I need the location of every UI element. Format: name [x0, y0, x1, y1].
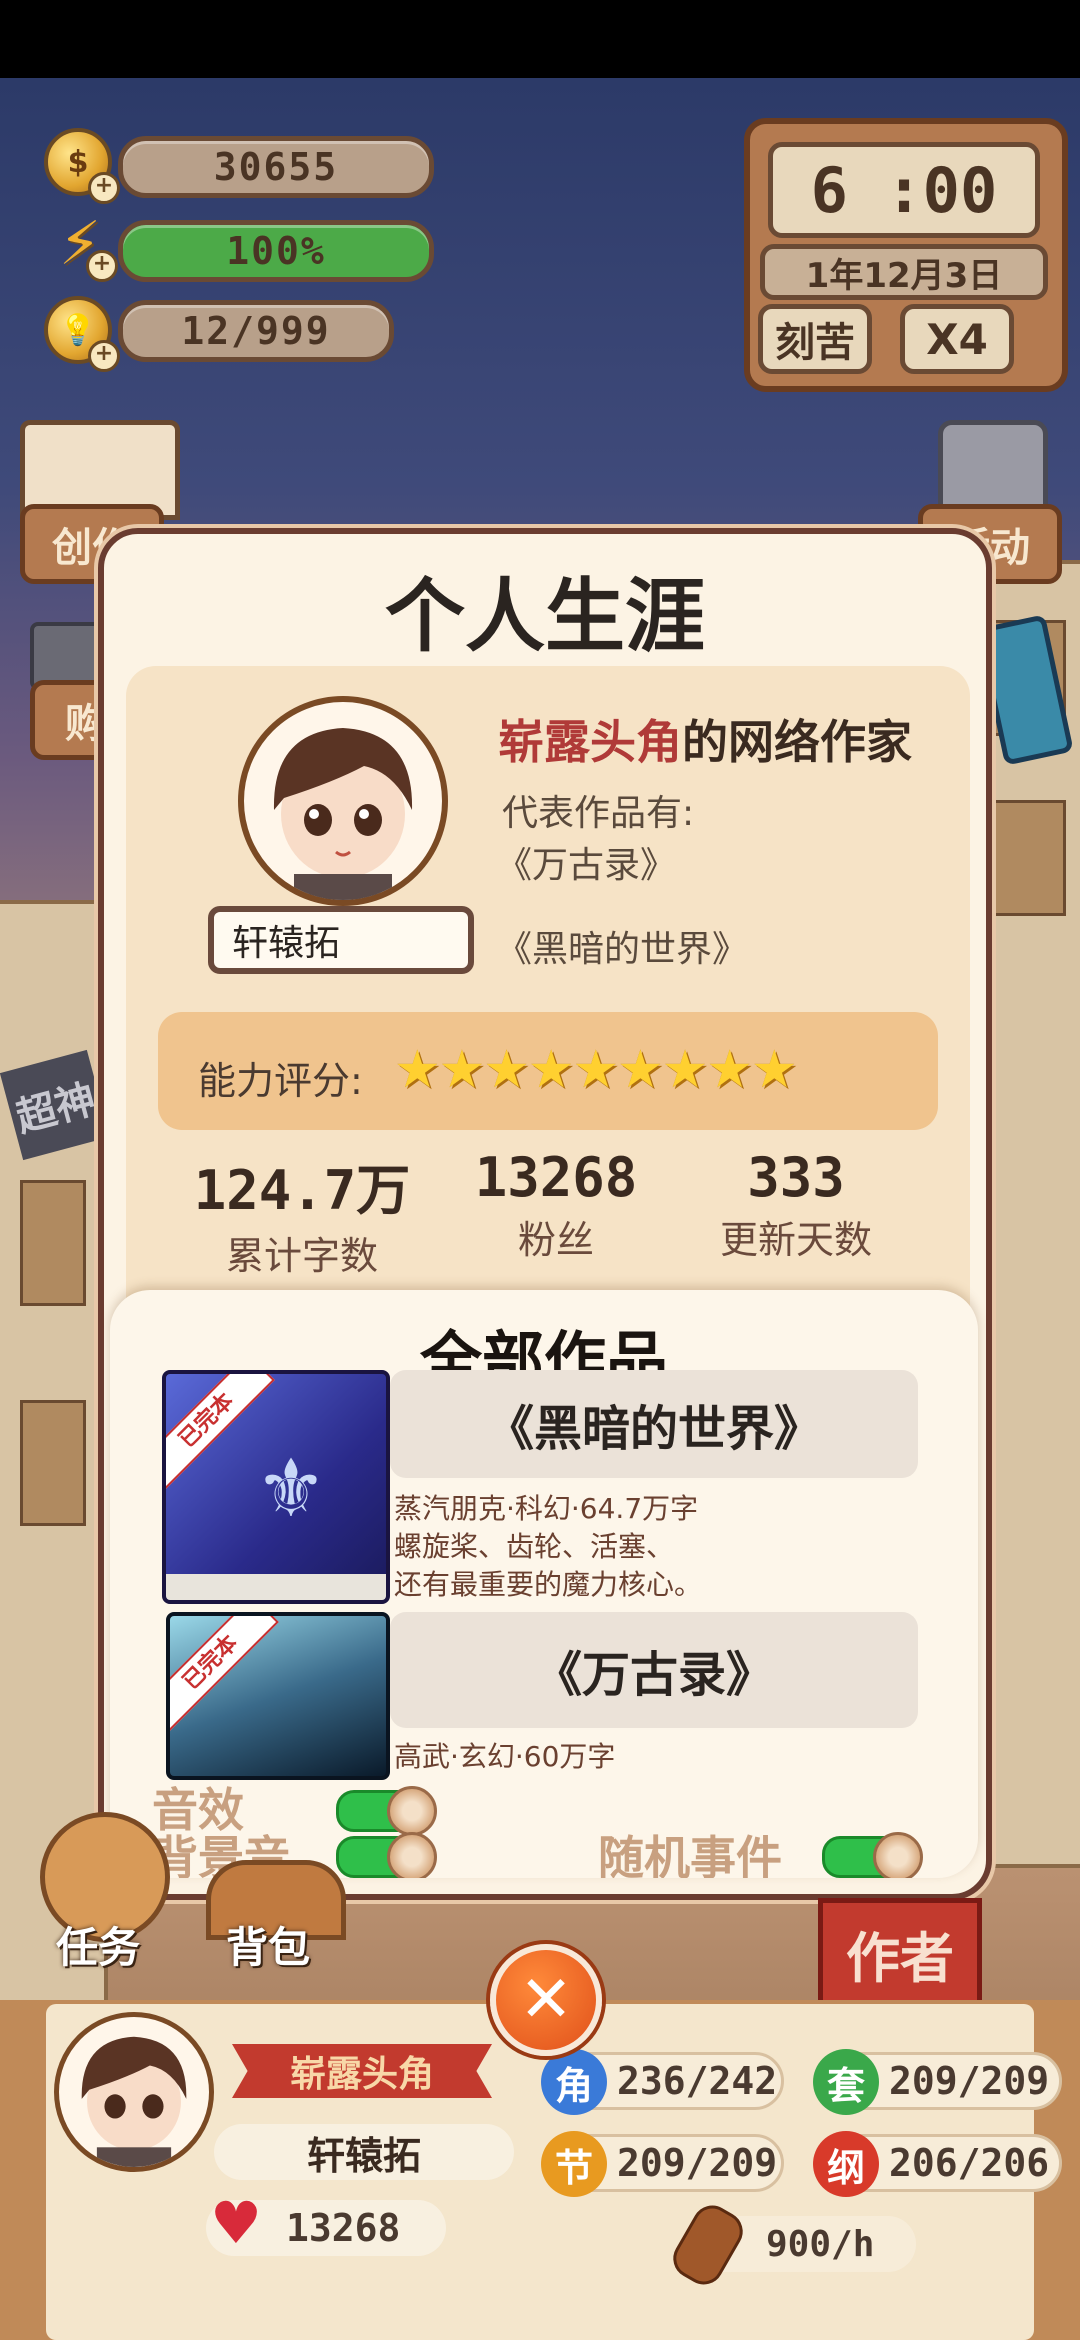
- work-2-title[interactable]: 《万古录》: [390, 1612, 918, 1728]
- author-rank-line: 崭露头角的网络作家: [498, 706, 912, 772]
- star-icon: ★: [661, 1040, 709, 1100]
- modal-title: 个人生涯: [385, 569, 705, 663]
- star-icon: ★: [617, 1040, 664, 1100]
- rating-bar: 能力评分: ★★★★★★★★★: [158, 1012, 938, 1130]
- rep-work-2: 《黑暗的世界》: [496, 929, 749, 970]
- resource-set-value: 209/209: [889, 2059, 1050, 2103]
- work-1-cover[interactable]: 已完本 ⚜: [162, 1370, 390, 1604]
- stat-words-label: 累计字数: [225, 1234, 378, 1278]
- star-icon: ★: [483, 1040, 530, 1100]
- rate-pill: 900/h: [665, 2198, 916, 2292]
- close-icon: ✕: [519, 1963, 573, 2037]
- fans-pill: ♥ 13268: [206, 2194, 446, 2256]
- rank-suffix: 的网络作家: [682, 715, 912, 769]
- stat-days: 333 更新天数: [686, 1146, 906, 1264]
- resource-set: 套 209/209: [813, 2049, 1062, 2115]
- toggle-knob-icon: [387, 1786, 437, 1836]
- author-avatar: [238, 696, 448, 906]
- work-1-desc-line1: 螺旋桨、齿轮、活塞、: [394, 1530, 675, 1563]
- coin-icon[interactable]: $ +: [44, 128, 120, 204]
- coins-value: 30655: [213, 145, 339, 189]
- toggle-knob-icon: [387, 1832, 437, 1878]
- resource-role: 角 236/242: [541, 2049, 784, 2115]
- star-icon: ★: [527, 1040, 575, 1100]
- building-window: [20, 1400, 86, 1526]
- heart-icon: ♥: [210, 2189, 262, 2257]
- diligent-mode-button[interactable]: 刻苦: [758, 304, 872, 374]
- add-energy-icon: +: [86, 250, 118, 282]
- author-tab[interactable]: 作者: [818, 1898, 982, 2008]
- work-1-title[interactable]: 《黑暗的世界》: [390, 1370, 918, 1478]
- author-avatar-small[interactable]: [54, 2012, 214, 2172]
- works-intro: 代表作品有:: [502, 793, 695, 834]
- clock-panel: 6 :00 1年12月3日 刻苦 X4: [744, 118, 1068, 392]
- work-1-emblem-icon: ⚜: [255, 1442, 327, 1535]
- add-coins-icon: +: [88, 172, 120, 204]
- work-2-meta: 高武·玄幻·60万字: [394, 1740, 616, 1773]
- speed-button[interactable]: X4: [900, 304, 1014, 374]
- toggle-knob-icon: [873, 1832, 923, 1878]
- resource-outline-value: 206/206: [889, 2141, 1050, 2185]
- inspiration-value: 12/999: [181, 309, 331, 353]
- work-1-description: 蒸汽朋克·科幻·64.7万字 螺旋桨、齿轮、活塞、 还有最重要的魔力核心。: [394, 1490, 934, 1604]
- stat-fans-value: 13268: [474, 1146, 638, 1209]
- all-works-panel[interactable]: 全部作品 已完本 ⚜ 《黑暗的世界》 蒸汽朋克·科幻·64.7万字 螺旋桨、齿轮…: [110, 1290, 978, 1878]
- bgm-toggle[interactable]: [336, 1832, 437, 1878]
- author-portrait-icon: [81, 2036, 187, 2167]
- energy-bar: 100%: [118, 220, 434, 282]
- stat-words-value: 124.7万: [193, 1159, 411, 1222]
- author-name-small: 轩辕拓: [214, 2124, 514, 2180]
- author-name-field[interactable]: 轩辕拓: [208, 906, 474, 974]
- stat-days-value: 333: [747, 1146, 845, 1209]
- star-icon: ★: [751, 1040, 798, 1100]
- coins-bar: 30655: [118, 136, 434, 198]
- star-icon: ★: [438, 1040, 486, 1100]
- outline-icon: 纲: [813, 2131, 879, 2197]
- work-2-cover[interactable]: 已完本: [166, 1612, 390, 1780]
- sound-toggle[interactable]: [336, 1786, 437, 1836]
- inspiration-icon[interactable]: 💡 +: [44, 296, 120, 372]
- rep-work-1: 《万古录》: [496, 845, 677, 886]
- building-window: [990, 800, 1066, 916]
- work-2-badge: 已完本: [170, 1616, 279, 1731]
- rate-value: 900/h: [766, 2224, 875, 2265]
- work-1-meta: 蒸汽朋克·科幻·64.7万字: [394, 1492, 699, 1525]
- stat-fans-label: 粉丝: [517, 1218, 594, 1262]
- clock-time: 6 :00: [768, 142, 1040, 238]
- rating-label: 能力评分:: [198, 1059, 363, 1103]
- star-icon: ★: [572, 1040, 620, 1100]
- resource-plot: 节 209/209: [541, 2131, 784, 2197]
- plot-icon: 节: [541, 2131, 607, 2197]
- profile-card: 轩辕拓 崭露头角的网络作家 代表作品有: 《万古录》 《黑暗的世界》 能力评分:…: [126, 666, 970, 1386]
- star-icon: ★: [706, 1040, 753, 1100]
- energy-icon[interactable]: ⚡ +: [50, 214, 118, 282]
- resource-role-value: 236/242: [617, 2059, 778, 2103]
- building-window: [20, 1180, 86, 1306]
- stat-words: 124.7万 累计字数: [192, 1146, 412, 1280]
- bag-label: 背包: [226, 1923, 311, 1972]
- energy-value: 100%: [226, 229, 326, 273]
- add-inspiration-icon: +: [88, 340, 120, 372]
- close-button[interactable]: ✕: [490, 1944, 602, 2056]
- career-modal: 个人生涯 轩辕拓 崭露头角的网络作家 代表作品有: 《万古录》 《黑暗的世界》 …: [98, 528, 992, 1900]
- work-1-desc-line2: 还有最重要的魔力核心。: [394, 1568, 703, 1601]
- fans-count: 13268: [286, 2206, 401, 2250]
- author-portrait-icon: [273, 728, 413, 900]
- stat-fans: 13268 粉丝: [456, 1146, 656, 1264]
- random-event-toggle[interactable]: [822, 1832, 923, 1878]
- resource-outline: 纲 206/206: [813, 2131, 1062, 2197]
- set-icon: 套: [813, 2049, 879, 2115]
- author-rank-banner: 崭露头角: [232, 2044, 492, 2098]
- clock-date: 1年12月3日: [760, 244, 1048, 300]
- resource-plot-value: 209/209: [617, 2141, 778, 2185]
- random-event-label: 随机事件: [598, 1831, 782, 1878]
- stat-days-label: 更新天数: [719, 1218, 872, 1262]
- star-icon: ★: [394, 1040, 441, 1100]
- rank-highlight: 崭露头角: [498, 715, 682, 769]
- inspiration-bar: 12/999: [118, 300, 394, 362]
- wood-log-icon: [665, 2198, 751, 2292]
- tasks-label: 任务: [56, 1923, 141, 1972]
- rating-stars: ★★★★★★★★★: [394, 1040, 798, 1100]
- role-icon: 角: [541, 2049, 607, 2115]
